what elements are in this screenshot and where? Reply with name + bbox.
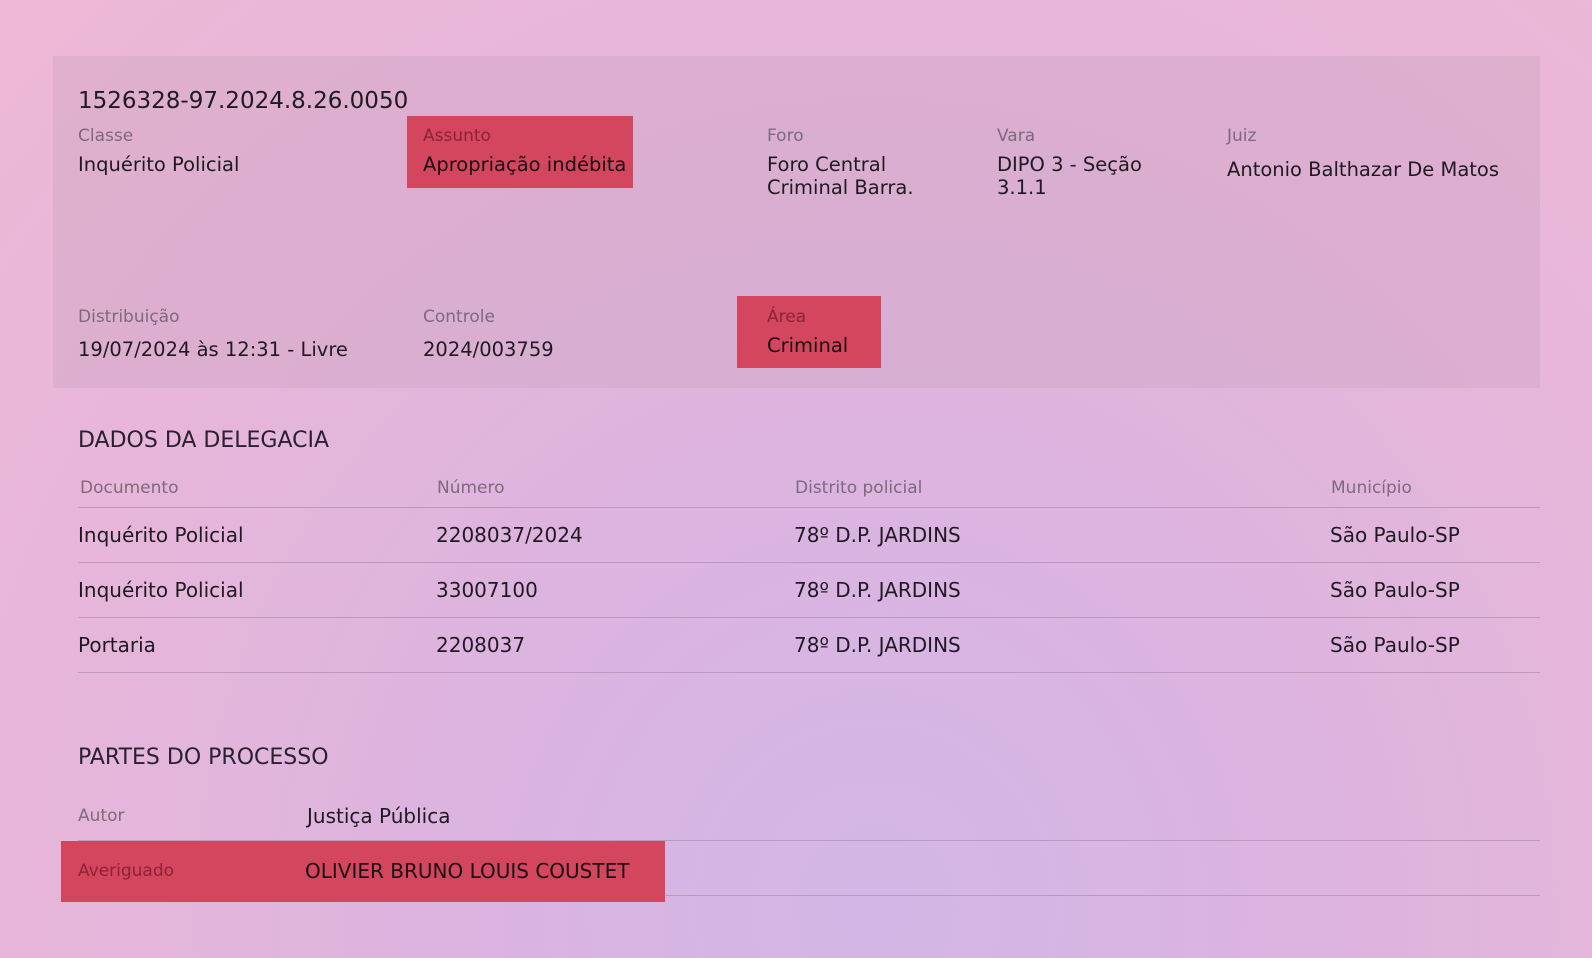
table-cell-numero[interactable]: 2208037/2024 <box>436 523 583 547</box>
party-role-averiguado: Averiguado <box>78 861 175 881</box>
controle-label: Controle <box>423 307 495 327</box>
distribuicao-value: 19/07/2024 às 12:31 - Livre <box>78 338 348 361</box>
juiz-label: Juiz <box>1227 126 1257 146</box>
classe-value: Inquérito Policial <box>78 153 240 176</box>
party-name-averiguado: OLIVIER BRUNO LOUIS COUSTET <box>305 859 630 883</box>
assunto-value: Apropriação indébita <box>423 153 627 176</box>
table-cell-municipio: São Paulo-SP <box>1330 578 1460 602</box>
area-label: Área <box>767 307 807 327</box>
table-row-divider <box>78 617 1540 618</box>
table-row-divider <box>78 672 1540 673</box>
area-highlight <box>737 296 881 368</box>
process-number[interactable]: 1526328-97.2024.8.26.0050 <box>78 88 408 114</box>
foro-label: Foro <box>767 126 804 146</box>
column-header-numero: Número <box>437 478 505 498</box>
vara-label: Vara <box>997 126 1036 146</box>
foro-value-line2: Criminal Barra. <box>767 176 914 199</box>
party-row-divider <box>665 895 1540 896</box>
classe-label: Classe <box>78 126 134 146</box>
table-cell-numero[interactable]: 33007100 <box>436 578 538 602</box>
table-row-divider <box>78 562 1540 563</box>
table-cell-distrito: 78º D.P. JARDINS <box>794 578 961 602</box>
distribuicao-label: Distribuição <box>78 307 180 327</box>
table-cell-documento: Portaria <box>78 633 156 657</box>
party-name-autor: Justiça Pública <box>307 804 451 828</box>
table-header-divider <box>78 507 1540 508</box>
area-value: Criminal <box>767 334 849 357</box>
table-cell-numero[interactable]: 2208037 <box>436 633 525 657</box>
column-header-municipio: Município <box>1331 478 1412 498</box>
column-header-distrito: Distrito policial <box>795 478 923 498</box>
table-cell-municipio: São Paulo-SP <box>1330 633 1460 657</box>
vara-value-line1: DIPO 3 - Seção <box>997 153 1142 176</box>
foro-value-line1: Foro Central <box>767 153 887 176</box>
column-header-documento: Documento <box>80 478 179 498</box>
table-cell-distrito: 78º D.P. JARDINS <box>794 523 961 547</box>
delegacia-section-title: DADOS DA DELEGACIA <box>78 428 330 453</box>
table-cell-documento: Inquérito Policial <box>78 523 244 547</box>
table-cell-municipio: São Paulo-SP <box>1330 523 1460 547</box>
controle-value: 2024/003759 <box>423 338 554 361</box>
assunto-label: Assunto <box>423 126 491 146</box>
juiz-value: Antonio Balthazar De Matos <box>1227 158 1500 181</box>
vara-value-line2: 3.1.1 <box>997 176 1047 199</box>
table-cell-distrito: 78º D.P. JARDINS <box>794 633 961 657</box>
partes-section-title: PARTES DO PROCESSO <box>78 745 329 770</box>
table-cell-documento: Inquérito Policial <box>78 578 244 602</box>
party-role-autor: Autor <box>78 806 125 826</box>
